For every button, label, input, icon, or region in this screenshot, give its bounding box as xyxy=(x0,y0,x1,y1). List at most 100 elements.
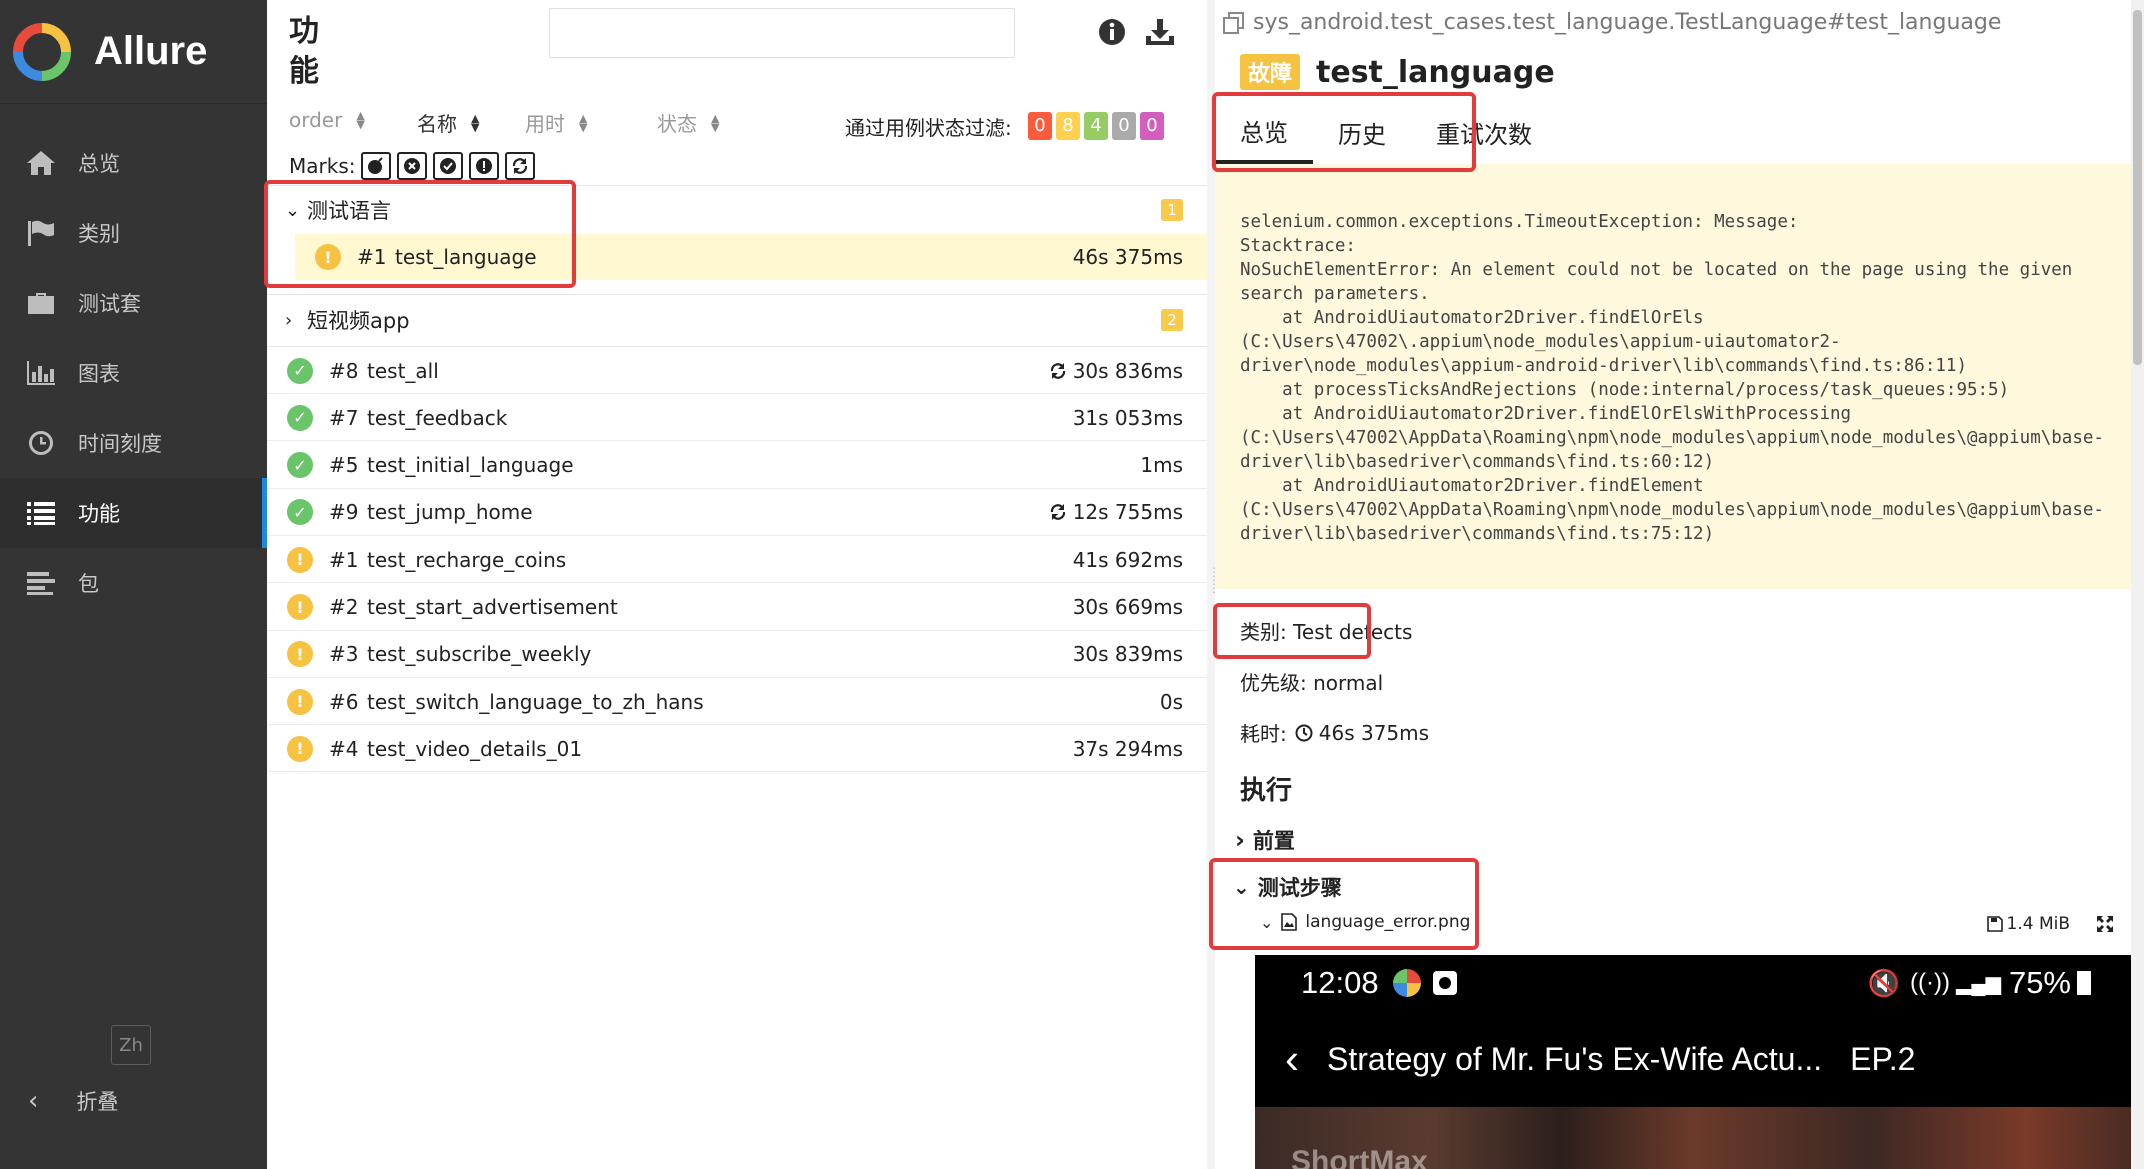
sidebar-item-suites[interactable]: 测试套 xyxy=(0,268,267,338)
sort-arrows-icon: ▲ ▼ xyxy=(711,111,720,134)
new-broken-mark-toggle[interactable] xyxy=(469,152,500,180)
sort-label: 名称 xyxy=(417,112,457,136)
splitter-grip-icon[interactable]: ⋮ ⋮ ⋮ xyxy=(1208,566,1220,608)
chevron-right-icon: › xyxy=(285,309,293,331)
marks-label: Marks: xyxy=(289,154,356,178)
test-order: #6 xyxy=(329,689,359,714)
flaky-mark-toggle[interactable] xyxy=(361,152,392,180)
new-passed-mark-toggle[interactable] xyxy=(433,152,464,180)
test-duration-cell: 1ms xyxy=(1140,453,1183,477)
clock-icon xyxy=(1295,724,1313,741)
sidebar-item-categories[interactable]: 类别 xyxy=(0,198,267,268)
category-line: 类别: Test defects xyxy=(1240,620,1413,644)
status-filter-label: 通过用例状态过滤: xyxy=(845,116,1012,140)
test-order: #1 xyxy=(357,245,387,269)
tree-pane: 功能 order ▲ ▼ 名称 ▲ ▼ 用时 ▲ ▼ 状态 ▲ ▼ 通过用例状态过滤: … xyxy=(264,0,1207,1169)
filter-badge-unknown[interactable]: 0 xyxy=(1140,112,1164,140)
test-row[interactable]: ✓ #8 test_all 30s 836ms xyxy=(267,348,1207,394)
test-order: #9 xyxy=(329,500,359,525)
test-row[interactable]: ! #1 test_language 46s 375ms xyxy=(295,234,1207,280)
language-button[interactable]: Zh xyxy=(111,1025,151,1065)
exclamation-circle-icon xyxy=(476,158,493,174)
test-row[interactable]: ! #1 test_recharge_coins 41s 692ms xyxy=(267,537,1207,584)
test-row[interactable]: ✓ #9 test_jump_home 12s 755ms xyxy=(267,490,1207,536)
brand-name: Allure xyxy=(94,29,208,73)
test-duration-cell: 12s 755ms xyxy=(1049,500,1183,524)
broken-status-icon: ! xyxy=(287,594,313,620)
attachment-meta: 1.4 MiB xyxy=(1986,914,2115,934)
sidebar-item-label: 图表 xyxy=(78,362,120,386)
sort-by-order[interactable]: order ▲ ▼ xyxy=(289,108,365,132)
passed-status-icon: ✓ xyxy=(287,499,313,526)
test-row[interactable]: ✓ #5 test_initial_language 1ms xyxy=(267,443,1207,489)
tree-group-row[interactable]: ⌄ 测试语言 1 xyxy=(267,186,1207,234)
attachment-row[interactable]: ⌄ language_error.png xyxy=(1260,912,1470,932)
test-name: test_start_advertisement xyxy=(367,595,618,619)
sort-by-status[interactable]: 状态 ▲ ▼ xyxy=(657,108,719,137)
duration-line: 耗时: 46s 375ms xyxy=(1240,718,1429,747)
marks-bar: Marks: xyxy=(289,152,536,180)
page-title: 功能 xyxy=(289,14,319,89)
test-name: test_video_details_01 xyxy=(367,736,583,761)
sort-arrows-icon: ▲ ▼ xyxy=(579,111,588,134)
tab-overview[interactable]: 总览 xyxy=(1215,100,1313,164)
sidebar-nav: 总览 类别 测试套 图表 时间刻度 功能 包 xyxy=(0,128,267,618)
status-badge: 故障 xyxy=(1240,54,1301,90)
filter-badge-failed[interactable]: 0 xyxy=(1028,112,1052,140)
sidebar-item-timeline[interactable]: 时间刻度 xyxy=(0,408,267,478)
sidebar-item-behaviors[interactable]: 功能 xyxy=(0,478,267,548)
home-icon xyxy=(24,148,58,178)
episode-label: EP.2 xyxy=(1850,1040,1916,1077)
filter-badge-passed[interactable]: 4 xyxy=(1084,112,1108,140)
test-duration: 12s 755ms xyxy=(1072,500,1183,525)
retries-mark-toggle[interactable] xyxy=(505,152,536,180)
group-name: 测试语言 xyxy=(307,199,391,223)
steps-section-toggle[interactable]: ⌄ 测试步骤 xyxy=(1233,872,1342,902)
test-row[interactable]: ! #3 test_subscribe_weekly 30s 839ms xyxy=(267,632,1207,678)
test-duration-cell: 41s 692ms xyxy=(1073,548,1183,572)
brand[interactable]: Allure xyxy=(0,0,267,104)
download-icon[interactable] xyxy=(1144,16,1176,48)
test-row[interactable]: ! #2 test_start_advertisement 30s 669ms xyxy=(267,585,1207,631)
search-input[interactable] xyxy=(549,8,1015,58)
check-circle-icon xyxy=(440,158,457,174)
info-icon[interactable] xyxy=(1096,16,1128,48)
copy-icon[interactable] xyxy=(1223,11,1245,34)
tab-history[interactable]: 历史 xyxy=(1313,100,1411,164)
sidebar-item-graphs[interactable]: 图表 xyxy=(0,338,267,408)
test-name: test_language xyxy=(395,245,537,269)
steps-label: 测试步骤 xyxy=(1257,876,1342,900)
setup-section-toggle[interactable]: › 前置 xyxy=(1235,825,1295,855)
test-duration: 30s 839ms xyxy=(1072,642,1183,667)
test-path-text: sys_android.test_cases.test_language.Tes… xyxy=(1253,10,2002,35)
test-full-path[interactable]: sys_android.test_cases.test_language.Tes… xyxy=(1223,10,2001,35)
scrollbar[interactable] xyxy=(2131,0,2144,1169)
new-failed-mark-toggle[interactable] xyxy=(397,152,428,180)
sidebar-item-label: 功能 xyxy=(78,502,120,526)
test-order: #1 xyxy=(329,547,359,572)
sort-by-duration[interactable]: 用时 ▲ ▼ xyxy=(525,108,587,137)
sort-by-name[interactable]: 名称 ▲ ▼ xyxy=(417,108,479,137)
test-row[interactable]: ✓ #7 test_feedback 31s 053ms xyxy=(267,395,1207,442)
detail-pane: sys_android.test_cases.test_language.Tes… xyxy=(1209,0,2144,1169)
tree-group-row[interactable]: › 短视频app 2 xyxy=(267,296,1207,344)
sidebar-item-overview[interactable]: 总览 xyxy=(0,128,267,198)
tab-retries[interactable]: 重试次数 xyxy=(1411,100,1557,164)
duration-label: 耗时: xyxy=(1240,722,1287,746)
detail-header: 故障 test_language xyxy=(1240,54,1555,90)
broken-status-icon: ! xyxy=(315,244,341,270)
test-duration: 31s 053ms xyxy=(1072,405,1183,430)
filter-badge-skipped[interactable]: 0 xyxy=(1112,112,1136,140)
allure-logo-icon xyxy=(13,22,71,81)
sort-arrows-icon: ▲ ▼ xyxy=(471,111,480,134)
test-duration: 30s 669ms xyxy=(1072,595,1183,619)
test-order: #8 xyxy=(329,358,359,383)
scrollbar-thumb[interactable] xyxy=(2133,10,2142,365)
test-duration-cell: 31s 053ms xyxy=(1073,406,1183,430)
expand-icon[interactable] xyxy=(2096,915,2114,933)
sidebar-item-packages[interactable]: 包 xyxy=(0,548,267,618)
test-row[interactable]: ! #6 test_switch_language_to_zh_hans 0s xyxy=(267,679,1207,726)
collapse-button[interactable]: ‹ 折叠 xyxy=(28,1086,118,1116)
filter-badge-broken[interactable]: 8 xyxy=(1056,112,1080,140)
test-row[interactable]: ! #4 test_video_details_01 37s 294ms xyxy=(267,726,1207,773)
